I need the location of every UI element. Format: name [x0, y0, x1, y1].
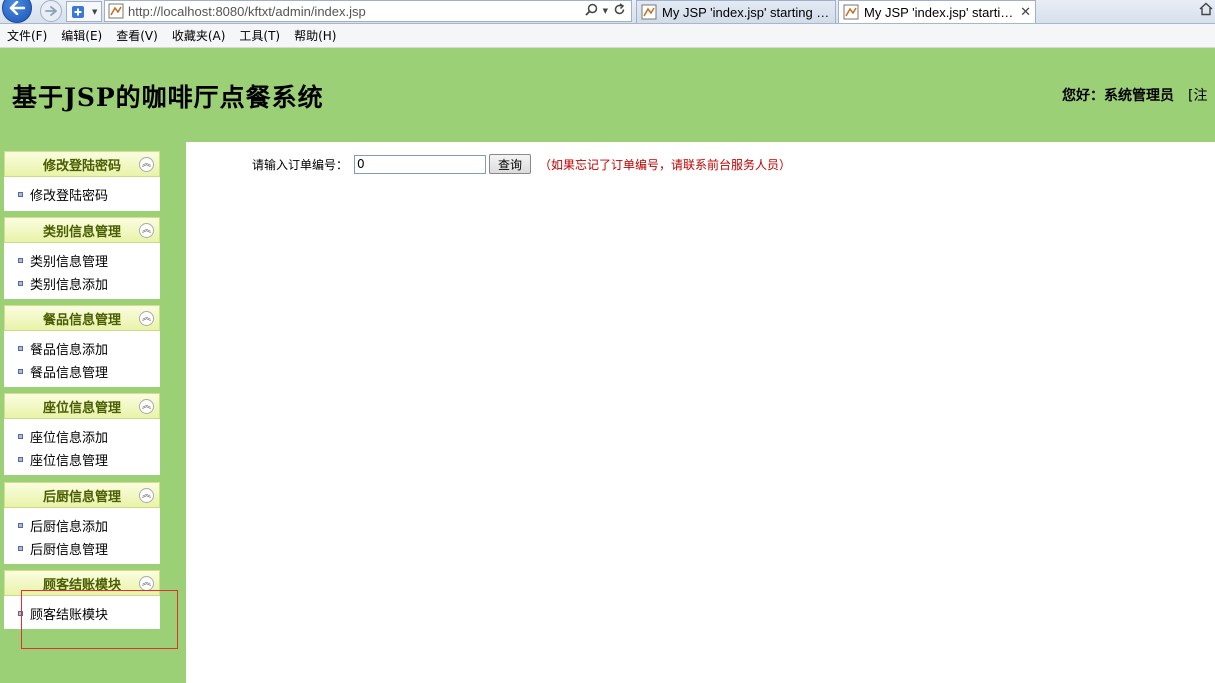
tab-1[interactable]: My JSP 'index.jsp' starting p...	[636, 0, 836, 23]
menu-help[interactable]: 帮助(H)	[289, 25, 341, 47]
home-icon[interactable]	[1199, 2, 1213, 20]
bullet-icon	[18, 457, 23, 462]
highlight-annotation-box	[21, 590, 178, 649]
sidebar-item-label: 座位信息管理	[30, 454, 109, 469]
tab-2-active[interactable]: My JSP 'index.jsp' startin... ✕	[838, 0, 1036, 23]
menu-favorites[interactable]: 收藏夹(A)	[167, 25, 231, 47]
group-header[interactable]: 类别信息管理 ︽	[4, 217, 160, 243]
sidebar-item-kitchen-add[interactable]: 后厨信息添加	[4, 514, 160, 537]
collapse-icon[interactable]: ︽	[139, 311, 154, 326]
group-title: 餐品信息管理	[42, 312, 121, 328]
site-title: 基于JSP的咖啡厅点餐系统	[12, 83, 324, 112]
menu-bar: 文件(F) 编辑(E) 查看(V) 收藏夹(A) 工具(T) 帮助(H)	[0, 24, 1215, 48]
back-button[interactable]	[0, 0, 34, 24]
search-icon[interactable]	[584, 3, 598, 19]
tab-favicon-icon	[641, 4, 657, 20]
menu-file[interactable]: 文件(F)	[2, 25, 52, 47]
bullet-icon	[18, 369, 23, 374]
refresh-icon[interactable]	[613, 3, 626, 19]
forward-button[interactable]	[36, 0, 66, 22]
tab-title: My JSP 'index.jsp' starting p...	[662, 4, 831, 20]
plus-icon	[71, 5, 84, 18]
welcome-user: 您好：系统管理员	[1062, 88, 1174, 104]
forward-arrow-icon	[40, 0, 62, 22]
main-content: 请输入订单编号： 查询 （如果忘记了订单编号，请联系前台服务人员）	[186, 142, 1215, 683]
menu-view[interactable]: 查看(V)	[111, 25, 163, 47]
collapse-icon[interactable]: ︽	[139, 399, 154, 414]
welcome-text: 您好：系统管理员 [注	[1062, 85, 1207, 105]
group-header[interactable]: 后厨信息管理 ︽	[4, 482, 160, 508]
bullet-icon	[18, 281, 23, 286]
query-hint: （如果忘记了订单编号，请联系前台服务人员）	[539, 157, 792, 172]
sidebar-group-category: 类别信息管理 ︽ 类别信息管理 类别信息添加	[4, 217, 160, 299]
sidebar-item-category-manage[interactable]: 类别信息管理	[4, 249, 160, 272]
bullet-icon	[18, 523, 23, 528]
sidebar-item-label: 餐品信息添加	[30, 343, 109, 358]
sidebar-item-meal-manage[interactable]: 餐品信息管理	[4, 360, 160, 383]
group-header[interactable]: 餐品信息管理 ︽	[4, 305, 160, 331]
page-header: 基于JSP的咖啡厅点餐系统 您好：系统管理员 [注	[0, 48, 1215, 142]
group-header[interactable]: 座位信息管理 ︽	[4, 393, 160, 419]
group-title: 修改登陆密码	[42, 158, 121, 174]
menu-tools[interactable]: 工具(T)	[234, 25, 285, 47]
tab-close-icon[interactable]: ✕	[1020, 4, 1031, 20]
sidebar-item-label: 类别信息管理	[30, 255, 109, 270]
sidebar-item-category-add[interactable]: 类别信息添加	[4, 272, 160, 295]
sidebar-item-label: 后厨信息添加	[30, 520, 109, 535]
bullet-icon	[18, 192, 23, 197]
sidebar-group-kitchen: 后厨信息管理 ︽ 后厨信息添加 后厨信息管理	[4, 482, 160, 564]
collapse-icon[interactable]: ︽	[139, 157, 154, 172]
sidebar-item-seat-manage[interactable]: 座位信息管理	[4, 448, 160, 471]
sidebar-item-change-password[interactable]: 修改登陆密码	[4, 183, 160, 206]
sidebar-item-label: 后厨信息管理	[30, 543, 109, 558]
dropdown-chevron-icon[interactable]: ▼	[603, 7, 608, 15]
group-title: 座位信息管理	[42, 400, 121, 416]
group-title: 后厨信息管理	[42, 489, 121, 505]
group-header[interactable]: 修改登陆密码 ︽	[4, 151, 160, 177]
bullet-icon	[18, 434, 23, 439]
logout-link[interactable]: [注	[1188, 88, 1207, 104]
add-to-favorites-button[interactable]: ▼	[66, 1, 102, 22]
collapse-icon[interactable]: ︽	[139, 576, 154, 591]
query-button[interactable]: 查询	[489, 154, 532, 174]
sidebar-item-kitchen-manage[interactable]: 后厨信息管理	[4, 537, 160, 560]
menu-edit[interactable]: 编辑(E)	[56, 25, 107, 47]
sidebar-item-label: 修改登陆密码	[30, 189, 109, 204]
bullet-icon	[18, 258, 23, 263]
back-arrow-icon	[2, 0, 32, 23]
browser-chrome: ▼ http://localhost:8080/kftxt/admin/inde…	[0, 0, 1215, 24]
sidebar-item-label: 座位信息添加	[30, 431, 109, 446]
sidebar-item-label: 类别信息添加	[30, 278, 109, 293]
chevron-down-icon: ▼	[91, 7, 98, 16]
bullet-icon	[18, 546, 23, 551]
tab-favicon-icon	[843, 4, 859, 20]
sidebar-group-password: 修改登陆密码 ︽ 修改登陆密码	[4, 151, 160, 211]
sidebar-group-seat: 座位信息管理 ︽ 座位信息添加 座位信息管理	[4, 393, 160, 475]
address-bar[interactable]: http://localhost:8080/kftxt/admin/index.…	[104, 0, 632, 22]
page-favicon-icon	[108, 3, 124, 19]
sidebar-item-label: 餐品信息管理	[30, 366, 109, 381]
sidebar-item-seat-add[interactable]: 座位信息添加	[4, 425, 160, 448]
bullet-icon	[18, 346, 23, 351]
order-number-label: 请输入订单编号：	[252, 157, 349, 172]
order-query-form: 请输入订单编号： 查询 （如果忘记了订单编号，请联系前台服务人员）	[252, 154, 791, 174]
order-number-input[interactable]	[354, 154, 487, 174]
tab-title: My JSP 'index.jsp' startin...	[864, 4, 1017, 20]
group-title: 类别信息管理	[42, 224, 121, 240]
collapse-icon[interactable]: ︽	[139, 488, 154, 503]
sidebar-item-meal-add[interactable]: 餐品信息添加	[4, 337, 160, 360]
collapse-icon[interactable]: ︽	[139, 223, 154, 238]
sidebar-group-meal: 餐品信息管理 ︽ 餐品信息添加 餐品信息管理	[4, 305, 160, 387]
address-url[interactable]: http://localhost:8080/kftxt/admin/index.…	[128, 4, 585, 19]
